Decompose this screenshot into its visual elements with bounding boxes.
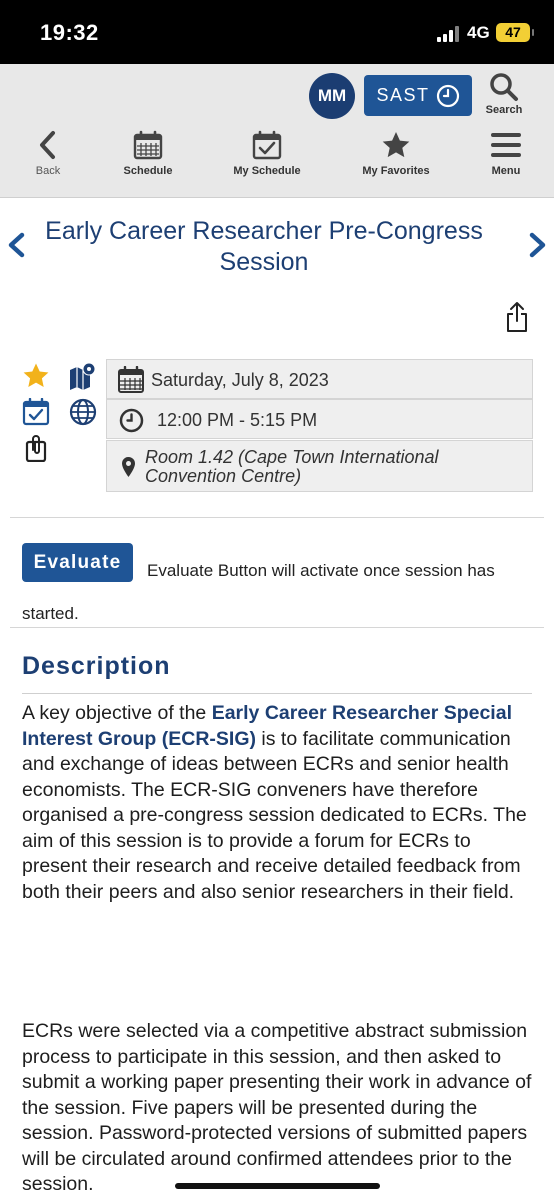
app-header: MM SAST Search Back Schedule My Schedule…	[0, 64, 554, 198]
clock-icon	[436, 84, 459, 107]
description-rule	[22, 693, 532, 694]
search-icon	[490, 73, 518, 101]
signal-icon	[437, 26, 461, 42]
avatar[interactable]: MM	[309, 73, 355, 119]
session-date-row: Saturday, July 8, 2023	[106, 359, 533, 399]
calendar-icon	[133, 130, 163, 160]
clock-icon	[119, 408, 144, 433]
session-time-row: 12:00 PM - 5:15 PM	[106, 399, 533, 439]
description-text: A key objective of the	[22, 702, 212, 724]
hamburger-icon	[491, 133, 521, 157]
nav-my-schedule[interactable]: My Schedule	[230, 130, 304, 177]
description-text: is to facilitate communication and excha…	[22, 727, 527, 903]
nav-my-favorites-label: My Favorites	[362, 165, 430, 177]
session-time: 12:00 PM - 5:15 PM	[157, 410, 318, 430]
timezone-button[interactable]: SAST	[364, 75, 472, 116]
nav-my-favorites[interactable]: My Favorites	[356, 130, 436, 177]
handout-icon[interactable]	[22, 434, 50, 462]
session-title-row: Early Career Researcher Pre-Congress Ses…	[0, 200, 554, 290]
timezone-label: SAST	[376, 85, 430, 105]
calendar-check-icon	[252, 130, 282, 160]
nav-back[interactable]: Back	[28, 130, 68, 177]
search-button[interactable]: Search	[482, 70, 526, 124]
previous-session-arrow-icon[interactable]	[4, 230, 28, 260]
description-heading: Description	[22, 652, 171, 680]
search-label: Search	[485, 104, 523, 116]
nav-schedule[interactable]: Schedule	[118, 130, 178, 177]
next-session-arrow-icon[interactable]	[526, 230, 550, 260]
chevron-left-icon	[40, 131, 55, 159]
globe-icon[interactable]	[69, 398, 97, 426]
nav-menu[interactable]: Menu	[488, 130, 524, 177]
description-paragraph-2: ECRs were selected via a competitive abs…	[22, 1020, 532, 1195]
map-pin-icon	[122, 457, 135, 477]
session-date: Saturday, July 8, 2023	[151, 370, 329, 390]
calendar-icon	[118, 366, 144, 393]
status-time: 19:32	[40, 20, 99, 45]
network-label: 4G	[467, 23, 490, 42]
nav-menu-label: Menu	[491, 165, 521, 177]
star-icon	[382, 132, 410, 158]
battery-icon: 47	[496, 23, 534, 42]
description-paragraph-1: A key objective of the Early Career Rese…	[22, 701, 537, 905]
session-location-row: Room 1.42 (Cape Town International Conve…	[106, 440, 533, 492]
evaluate-button[interactable]: Evaluate	[22, 543, 133, 582]
session-title: Early Career Researcher Pre-Congress Ses…	[45, 217, 483, 276]
map-icon[interactable]	[69, 362, 97, 390]
nav-schedule-label: Schedule	[123, 165, 173, 177]
share-icon[interactable]	[505, 301, 529, 333]
nav-my-schedule-label: My Schedule	[233, 165, 301, 177]
favorite-star-icon[interactable]	[22, 362, 50, 390]
status-bar: 19:32 4G 47	[0, 0, 554, 64]
section-divider	[10, 517, 544, 518]
nav-back-label: Back	[35, 165, 61, 177]
session-location: Room 1.42 (Cape Town International Conve…	[145, 447, 439, 486]
section-divider	[10, 627, 544, 628]
redaction-mark	[175, 1183, 380, 1189]
add-to-schedule-icon[interactable]	[22, 398, 50, 426]
